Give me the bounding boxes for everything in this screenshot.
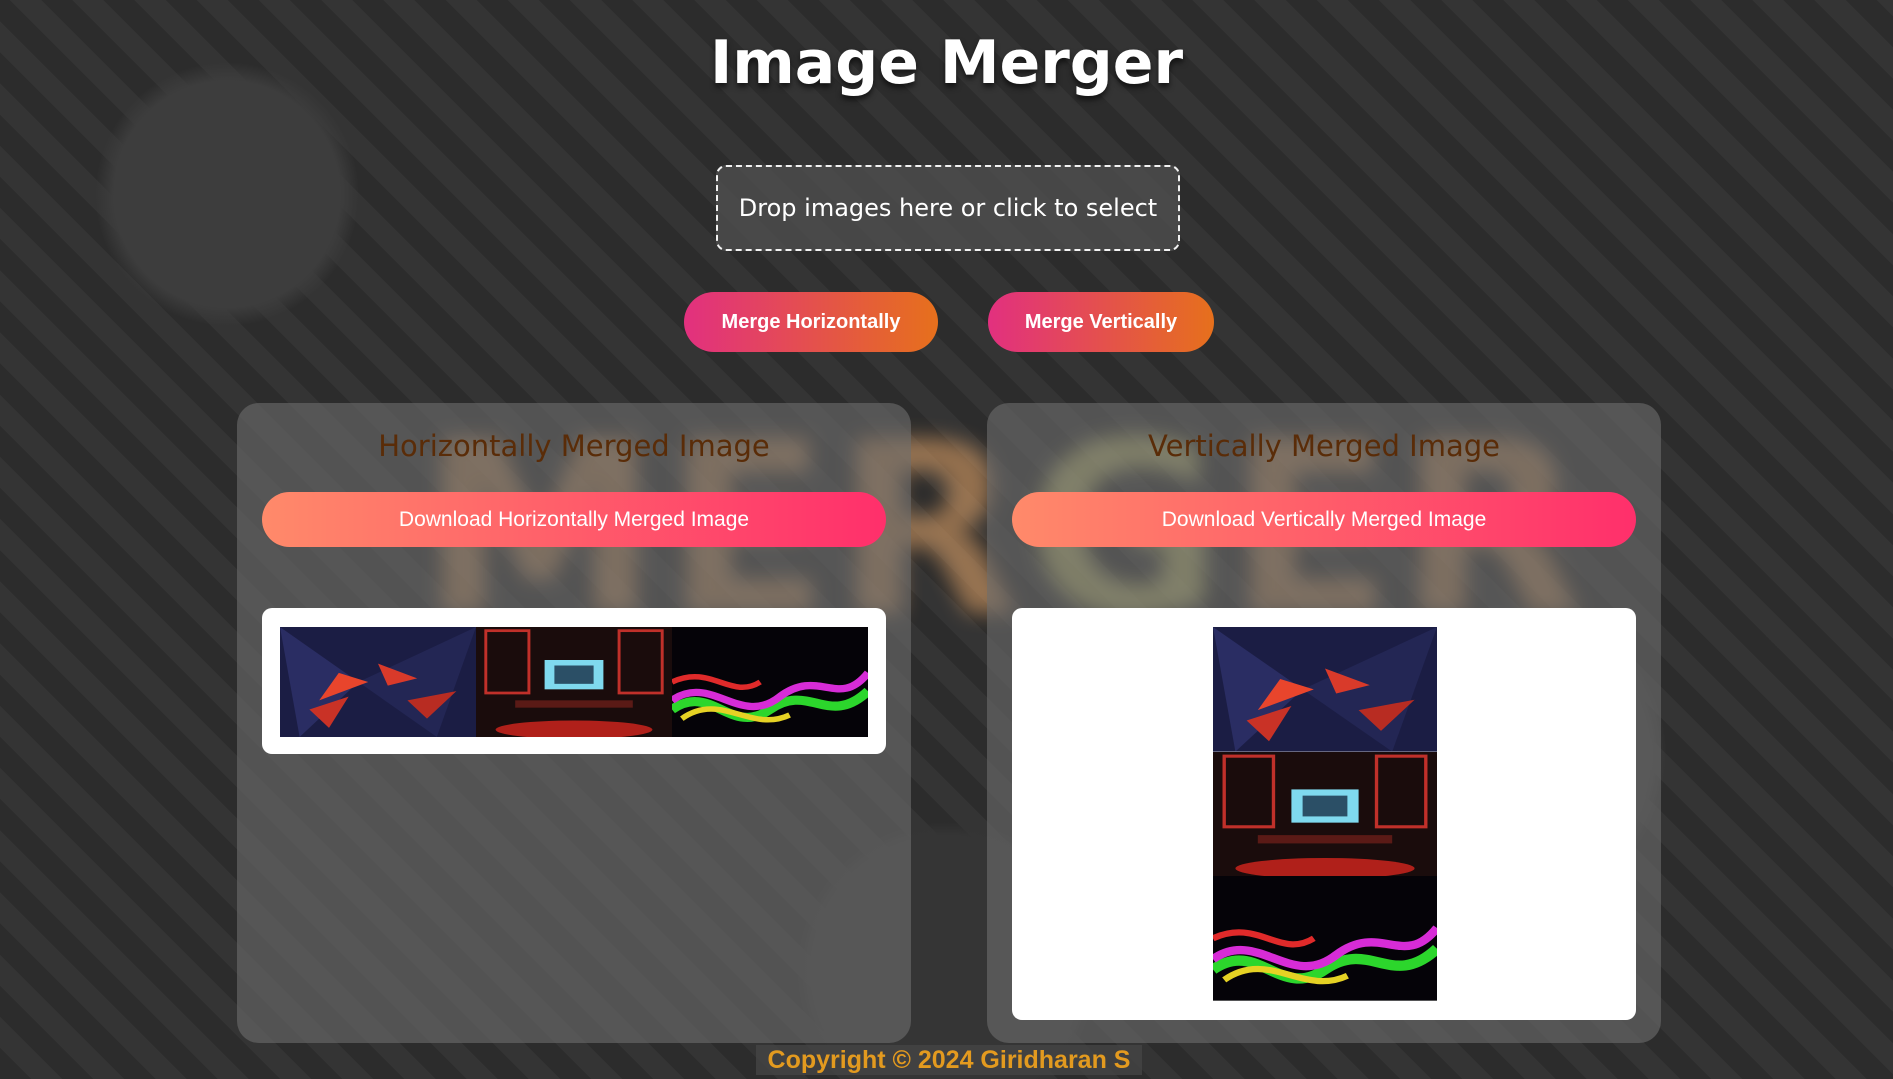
vertical-panel-title: Vertically Merged Image (1148, 429, 1500, 463)
merged-image-neon-smoke (672, 627, 868, 737)
copyright-footer: Copyright © 2024 Giridharan S (756, 1045, 1142, 1075)
page-title: Image Merger (709, 28, 1184, 98)
horizontal-result-panel: Horizontally Merged Image Download Horiz… (237, 403, 911, 1043)
download-horizontal-button[interactable]: Download Horizontally Merged Image (262, 492, 886, 547)
merged-image-abstract (1213, 627, 1437, 752)
horizontal-merged-preview (262, 608, 886, 754)
merged-image-neon-smoke (1213, 876, 1437, 1002)
merged-image-abstract (280, 627, 476, 737)
dropzone-label: Drop images here or click to select (738, 194, 1158, 222)
vertical-result-panel: Vertically Merged Image Download Vertica… (987, 403, 1661, 1043)
vertical-merged-preview (1012, 608, 1636, 1020)
merged-image-gaming-room (476, 627, 672, 737)
horizontal-panel-title: Horizontally Merged Image (378, 429, 770, 463)
merge-horizontally-button[interactable]: Merge Horizontally (684, 292, 938, 352)
merge-vertically-button[interactable]: Merge Vertically (988, 292, 1214, 352)
image-dropzone[interactable]: Drop images here or click to select (716, 165, 1180, 251)
merged-image-gaming-room (1213, 751, 1437, 877)
download-vertical-button[interactable]: Download Vertically Merged Image (1012, 492, 1636, 547)
